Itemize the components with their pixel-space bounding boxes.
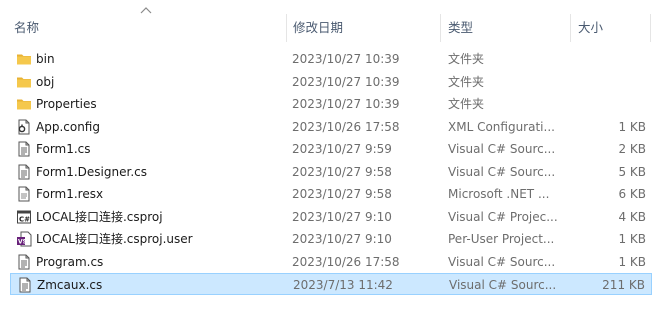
file-name: App.config xyxy=(36,119,100,134)
file-type: 文件夹 xyxy=(448,97,485,111)
file-row[interactable]: obj 2023/10/27 10:39 文件夹 xyxy=(10,71,652,93)
cs-file-icon xyxy=(16,141,32,157)
sort-ascending-icon xyxy=(140,7,152,14)
cs-file-icon xyxy=(17,277,33,293)
column-header-name[interactable]: 名称 xyxy=(14,18,39,38)
file-type: Visual C# Sourc... xyxy=(448,142,556,156)
file-row[interactable]: Form1.resx 2023/10/27 9:58 Microsoft .NET … xyxy=(10,183,652,205)
folder-icon xyxy=(16,51,32,67)
resx-file-icon xyxy=(16,186,32,202)
file-name: Form1.resx xyxy=(36,187,104,201)
file-modified-date: 2023/10/27 9:10 xyxy=(292,232,392,246)
column-header-bar: 名称 修改日期 类型 大小 xyxy=(0,0,664,44)
file-modified-date: 2023/10/27 10:39 xyxy=(292,52,400,66)
folder-icon xyxy=(16,74,32,90)
file-row[interactable]: bin 2023/10/27 10:39 文件夹 xyxy=(10,48,652,70)
file-type: Visual C# Projec... xyxy=(448,209,558,224)
file-modified-date: 2023/10/27 10:39 xyxy=(292,97,400,111)
cs-file-icon xyxy=(16,164,32,180)
file-type: Per-User Project... xyxy=(448,232,555,246)
file-size xyxy=(576,71,646,93)
file-modified-date: 2023/10/27 10:39 xyxy=(292,74,400,89)
file-size: 1 KB xyxy=(618,232,646,246)
file-type: Visual C# Sourc... xyxy=(448,254,556,269)
file-row[interactable]: Form1.cs 2023/10/27 9:59 Visual C# Sourc..… xyxy=(10,138,652,160)
file-row[interactable]: Form1.Designer.cs 2023/10/27 9:58 Visual C… xyxy=(10,161,652,183)
file-type: 文件夹 xyxy=(448,52,485,66)
cs-file-icon xyxy=(16,254,32,270)
file-size: 1 KB xyxy=(618,119,646,134)
file-name: obj xyxy=(36,74,55,89)
file-name: bin xyxy=(36,52,55,66)
file-row[interactable]: Properties 2023/10/27 10:39 文件夹 xyxy=(10,93,652,115)
column-header-date[interactable]: 修改日期 xyxy=(293,18,343,38)
file-type: 文件夹 xyxy=(448,74,485,89)
file-size: 5 KB xyxy=(618,164,646,179)
file-modified-date: 2023/10/27 9:58 xyxy=(292,187,392,201)
column-divider[interactable] xyxy=(650,14,651,42)
file-name: Form1.cs xyxy=(36,142,91,156)
svg-text:C#: C# xyxy=(19,215,30,223)
file-modified-date: 2023/10/27 9:58 xyxy=(292,164,392,179)
file-modified-date: 2023/7/13 11:42 xyxy=(293,278,393,292)
config-file-icon xyxy=(16,119,32,135)
file-name: Properties xyxy=(36,97,97,111)
file-row[interactable]: App.config 2023/10/26 17:58 XML Configurat… xyxy=(10,116,652,138)
file-size: 2 KB xyxy=(618,142,646,156)
file-modified-date: 2023/10/27 9:10 xyxy=(292,209,392,224)
file-size: 6 KB xyxy=(618,187,646,201)
csproj-user-file-icon: VS xyxy=(16,231,32,247)
file-size: 211 KB xyxy=(602,278,645,292)
file-row[interactable]: Program.cs 2023/10/26 17:58 Visual C# Sour… xyxy=(10,251,652,273)
column-divider[interactable] xyxy=(286,14,287,42)
file-row[interactable]: Zmcaux.cs 2023/7/13 11:42 Visual C# Sourc.… xyxy=(10,273,652,295)
file-modified-date: 2023/10/26 17:58 xyxy=(292,254,400,269)
file-name: LOCAL接口连接.csproj.user xyxy=(36,232,193,246)
svg-text:VS: VS xyxy=(18,239,27,246)
file-name: Form1.Designer.cs xyxy=(36,164,147,179)
file-modified-date: 2023/10/27 9:59 xyxy=(292,142,392,156)
file-size: 4 KB xyxy=(618,209,646,224)
file-type: XML Configurati... xyxy=(448,119,555,134)
file-name: Program.cs xyxy=(36,254,104,269)
file-size: 1 KB xyxy=(618,254,646,269)
file-row[interactable]: VS LOCAL接口连接.csproj.user 2023/10/27 9:10 Pe… xyxy=(10,228,652,250)
column-header-type[interactable]: 类型 xyxy=(448,18,473,38)
file-size xyxy=(576,93,646,115)
folder-icon xyxy=(16,96,32,112)
csproj-file-icon: C# xyxy=(16,209,32,225)
file-row[interactable]: C# LOCAL接口连接.csproj 2023/10/27 9:10 Visual … xyxy=(10,206,652,228)
file-type: Visual C# Sourc... xyxy=(448,164,556,179)
file-size xyxy=(576,48,646,70)
column-divider[interactable] xyxy=(440,14,441,42)
column-header-size[interactable]: 大小 xyxy=(578,18,603,38)
file-type: Microsoft .NET ... xyxy=(448,187,550,201)
file-modified-date: 2023/10/26 17:58 xyxy=(292,119,400,134)
file-name: Zmcaux.cs xyxy=(37,278,103,292)
file-name: LOCAL接口连接.csproj xyxy=(36,209,163,224)
file-type: Visual C# Sourc... xyxy=(449,278,557,292)
column-divider[interactable] xyxy=(570,14,571,42)
